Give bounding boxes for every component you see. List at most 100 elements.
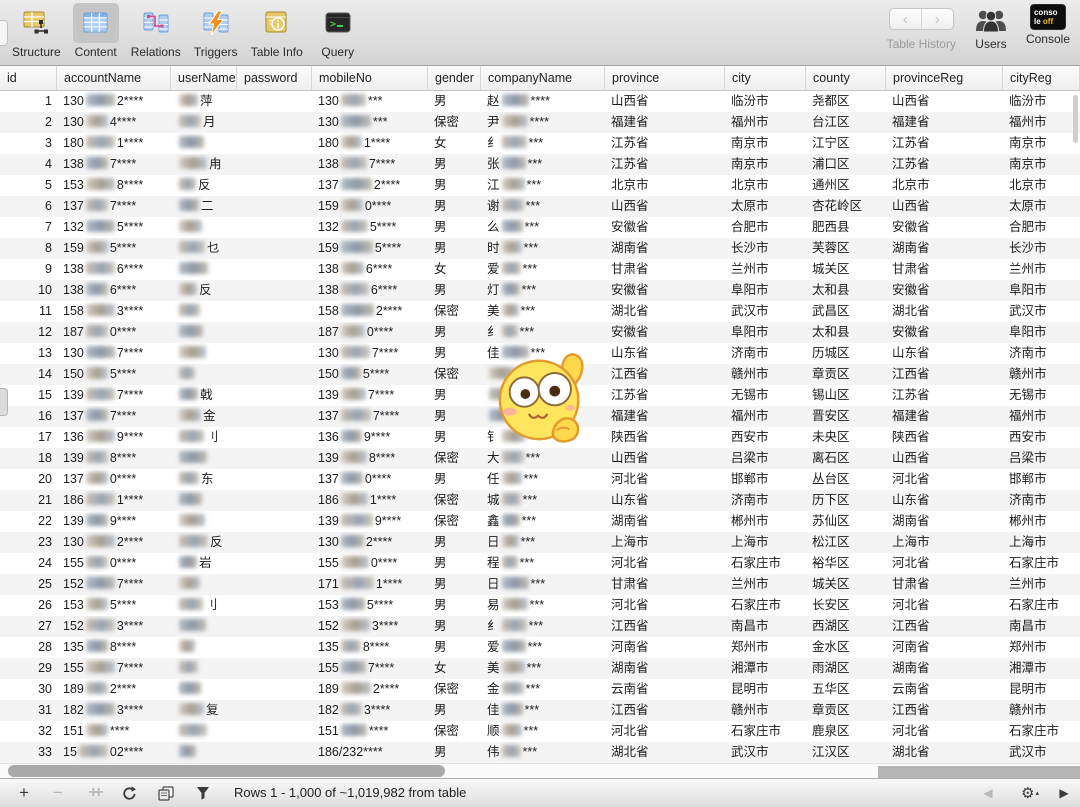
cell-companyName[interactable]: 佳***: [481, 700, 605, 721]
table-row[interactable]: 311823****复1823****男佳***江西省赣州市章贡区江西省赣州市: [0, 700, 1080, 721]
cell-password[interactable]: [237, 406, 312, 427]
cell-city[interactable]: 武汉市: [725, 301, 806, 322]
cell-password[interactable]: [237, 469, 312, 490]
history-back-button[interactable]: ‹: [890, 9, 922, 29]
cell-mobileNo[interactable]: 1372****: [312, 175, 428, 196]
cell-accountName[interactable]: 151****: [57, 721, 171, 742]
cell-city[interactable]: 石家庄市: [725, 595, 806, 616]
cell-cityReg[interactable]: 临汾市: [1003, 91, 1080, 112]
cell-county[interactable]: 锡山区: [806, 385, 886, 406]
cell-city[interactable]: 阜阳市: [725, 280, 806, 301]
cell-city[interactable]: 南昌市: [725, 616, 806, 637]
cell-cityReg[interactable]: 武汉市: [1003, 742, 1080, 763]
table-row[interactable]: 121870****1870****男纟***安徽省阜阳市太和县安徽省阜阳市: [0, 322, 1080, 343]
cell-id[interactable]: 16: [0, 406, 57, 427]
cell-county[interactable]: 武昌区: [806, 301, 886, 322]
table-row[interactable]: 211861****1861****保密城***山东省济南市历下区山东省济南市: [0, 490, 1080, 511]
cell-accountName[interactable]: 1302****: [57, 91, 171, 112]
cell-accountName[interactable]: 1557****: [57, 658, 171, 679]
cell-province[interactable]: 陕西省: [605, 427, 725, 448]
cell-id[interactable]: 33: [0, 742, 57, 763]
cell-accountName[interactable]: 1870****: [57, 322, 171, 343]
cell-accountName[interactable]: 1801****: [57, 133, 171, 154]
cell-password[interactable]: [237, 280, 312, 301]
cell-province[interactable]: 云南省: [605, 679, 725, 700]
cell-userName[interactable]: 东: [171, 469, 237, 490]
cell-provinceReg[interactable]: 甘肃省: [886, 574, 1003, 595]
cell-companyName[interactable]: 纟***: [481, 322, 605, 343]
cell-accountName[interactable]: 1535****: [57, 595, 171, 616]
cell-userName[interactable]: 反: [171, 532, 237, 553]
cell-county[interactable]: 浦口区: [806, 154, 886, 175]
cell-userName[interactable]: [171, 364, 237, 385]
cell-gender[interactable]: 男: [428, 217, 481, 238]
cell-password[interactable]: [237, 154, 312, 175]
cell-accountName[interactable]: 1397****: [57, 385, 171, 406]
sidebar-collapse-handle[interactable]: [0, 20, 8, 46]
cell-city[interactable]: 赣州市: [725, 700, 806, 721]
cell-password[interactable]: [237, 385, 312, 406]
copy-rows-button[interactable]: [154, 779, 178, 807]
cell-userName[interactable]: [171, 133, 237, 154]
cell-accountName[interactable]: 1398****: [57, 448, 171, 469]
cell-mobileNo[interactable]: 1582****: [312, 301, 428, 322]
cell-city[interactable]: 武汉市: [725, 742, 806, 763]
cell-province[interactable]: 山西省: [605, 196, 725, 217]
cell-gender[interactable]: 保密: [428, 679, 481, 700]
cell-companyName[interactable]: 鑫***: [481, 511, 605, 532]
cell-cityReg[interactable]: 赣州市: [1003, 364, 1080, 385]
cell-id[interactable]: 18: [0, 448, 57, 469]
cell-userName[interactable]: 反: [171, 175, 237, 196]
cell-gender[interactable]: 男: [428, 280, 481, 301]
cell-provinceReg[interactable]: 湖南省: [886, 511, 1003, 532]
cell-mobileNo[interactable]: 1377****: [312, 406, 428, 427]
cell-companyName[interactable]: 美***: [481, 301, 605, 322]
cell-city[interactable]: 兰州市: [725, 574, 806, 595]
table-row[interactable]: 71325****1325****男么***安徽省合肥市肥西县安徽省合肥市: [0, 217, 1080, 238]
cell-userName[interactable]: 复: [171, 700, 237, 721]
cell-county[interactable]: 丛台区: [806, 469, 886, 490]
cell-mobileNo[interactable]: 1861****: [312, 490, 428, 511]
cell-userName[interactable]: [171, 301, 237, 322]
table-row[interactable]: 131307****1307****男佳***山东省济南市历城区山东省济南市: [0, 343, 1080, 364]
table-row[interactable]: 151397****戟1397****男***江苏省无锡市锡山区江苏省无锡市: [0, 385, 1080, 406]
column-header-provinceReg[interactable]: provinceReg: [886, 66, 1003, 90]
cell-mobileNo[interactable]: 1370****: [312, 469, 428, 490]
table-row[interactable]: 241550****岩1550****男程***河北省石家庄市裕华区河北省石家庄…: [0, 553, 1080, 574]
cell-cityReg[interactable]: 邯郸市: [1003, 469, 1080, 490]
cell-provinceReg[interactable]: 江苏省: [886, 154, 1003, 175]
cell-accountName[interactable]: 1523****: [57, 616, 171, 637]
cell-cityReg[interactable]: 昆明市: [1003, 679, 1080, 700]
cell-cityReg[interactable]: 郑州市: [1003, 637, 1080, 658]
table-row[interactable]: 161377****金1377****男***福建省福州市晋安区福建省福州市: [0, 406, 1080, 427]
cell-userName[interactable]: 戟: [171, 385, 237, 406]
cell-mobileNo[interactable]: 1505****: [312, 364, 428, 385]
cell-provinceReg[interactable]: 陕西省: [886, 427, 1003, 448]
cell-gender[interactable]: 男: [428, 175, 481, 196]
cell-gender[interactable]: 男: [428, 574, 481, 595]
cell-userName[interactable]: 岩: [171, 553, 237, 574]
cell-county[interactable]: 雨湖区: [806, 658, 886, 679]
cell-accountName[interactable]: 1377****: [57, 406, 171, 427]
cell-city[interactable]: 上海市: [725, 532, 806, 553]
cell-gender[interactable]: 保密: [428, 364, 481, 385]
cell-city[interactable]: 邯郸市: [725, 469, 806, 490]
cell-id[interactable]: 24: [0, 553, 57, 574]
cell-companyName[interactable]: 时***: [481, 238, 605, 259]
cell-password[interactable]: [237, 532, 312, 553]
cell-county[interactable]: 台江区: [806, 112, 886, 133]
cell-password[interactable]: [237, 679, 312, 700]
cell-county[interactable]: 肥西县: [806, 217, 886, 238]
cell-provinceReg[interactable]: 河北省: [886, 553, 1003, 574]
cell-cityReg[interactable]: 长沙市: [1003, 238, 1080, 259]
cell-password[interactable]: [237, 721, 312, 742]
cell-cityReg[interactable]: 石家庄市: [1003, 595, 1080, 616]
cell-companyName[interactable]: 尹****: [481, 112, 605, 133]
cell-county[interactable]: 历下区: [806, 490, 886, 511]
cell-id[interactable]: 32: [0, 721, 57, 742]
cell-gender[interactable]: 女: [428, 259, 481, 280]
cell-companyName[interactable]: 灯***: [481, 280, 605, 301]
cell-id[interactable]: 26: [0, 595, 57, 616]
cell-provinceReg[interactable]: 河南省: [886, 637, 1003, 658]
cell-provinceReg[interactable]: 北京市: [886, 175, 1003, 196]
